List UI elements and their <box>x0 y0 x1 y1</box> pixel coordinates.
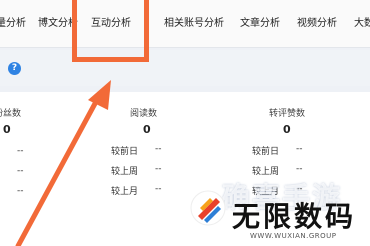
watermark-url: WWW.WUXIAN.GROUP <box>250 232 337 240</box>
watermark-logo-icon <box>190 190 226 226</box>
watermark-main-text: 无限数码 <box>232 200 357 233</box>
